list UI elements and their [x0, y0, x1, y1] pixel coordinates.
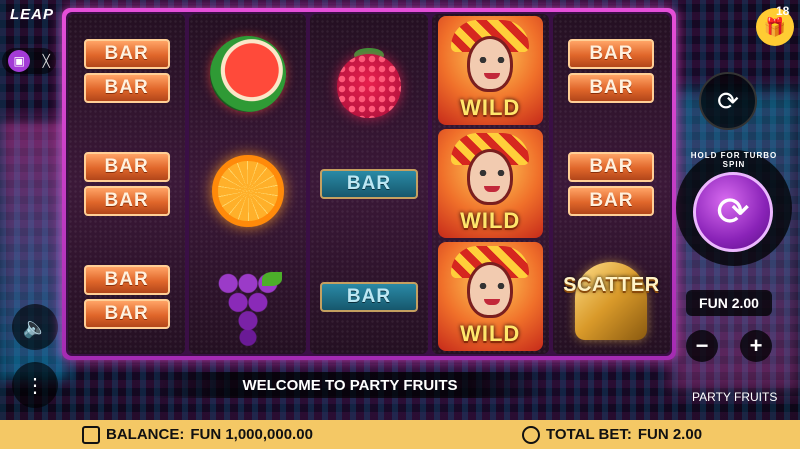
game-name-label: PARTY FRUITS: [692, 390, 778, 404]
increase-bet-button[interactable]: +: [740, 330, 772, 362]
reel-cell: BAR BAR: [553, 14, 670, 127]
jester-face-icon: [467, 262, 514, 318]
camera-toggle[interactable]: ▣ ╳: [2, 48, 56, 74]
wild-label: WILD: [460, 208, 521, 233]
total-bet-display: TOTAL BET: FUN 2.00: [522, 425, 703, 444]
wild-label: WILD: [460, 321, 521, 346]
coins-icon: [522, 425, 540, 444]
wild-symbol: WILD: [437, 16, 543, 125]
leap-logo: LEAP: [10, 6, 55, 23]
watermelon-symbol: [209, 36, 286, 112]
bar-symbol: BAR: [83, 151, 170, 182]
reel-1: BAR BAR BAR BAR BAR BAR: [68, 14, 186, 354]
bar-symbol: BAR: [568, 72, 655, 103]
reel-cell: BAR BAR: [68, 127, 185, 240]
bar-symbol-blue: BAR: [320, 281, 418, 312]
top-right-counter: 18: [776, 4, 790, 18]
bet-value-display: FUN 2.00: [686, 290, 772, 316]
jester-face-icon: [467, 36, 514, 92]
reel-3: BAR BAR: [310, 14, 428, 354]
turbo-spin-label: HOLD FOR TURBO SPIN: [690, 151, 778, 169]
bar-symbol: BAR: [568, 151, 655, 182]
wild-symbol: WILD: [437, 129, 543, 238]
wallet-icon: [82, 425, 100, 444]
bar-symbol-blue: BAR: [320, 168, 418, 199]
reels-frame: BAR BAR BAR BAR BAR BAR BAR BAR WILD WIL…: [62, 8, 676, 360]
wild-symbol: WILD: [437, 242, 543, 351]
bar-symbol: BAR: [568, 185, 655, 216]
welcome-message: WELCOME TO PARTY FRUITS: [150, 372, 550, 398]
scatter-label: SCATTER: [563, 274, 660, 296]
autoplay-icon: ⟳: [717, 85, 739, 116]
more-vertical-icon: ⋮: [25, 374, 45, 397]
bar-symbol: BAR: [83, 72, 170, 103]
scatter-symbol: SCATTER: [553, 240, 670, 353]
raspberry-symbol: [337, 54, 401, 118]
balance-value: FUN 1,000,000.00: [190, 426, 313, 443]
reel-cell: BAR: [310, 127, 427, 240]
video-camera-icon[interactable]: ▣: [8, 50, 31, 72]
reel-cell: BAR: [310, 240, 427, 353]
reel-5: BAR BAR BAR BAR SCATTER: [552, 14, 671, 354]
reel-cell: BAR BAR: [68, 240, 185, 353]
orange-symbol: [211, 155, 284, 227]
total-bet-value: FUN 2.00: [637, 426, 703, 443]
reel-2: [189, 14, 307, 354]
autoplay-button[interactable]: ⟳: [699, 72, 757, 130]
reel-4: WILD WILD WILD: [431, 14, 549, 354]
bar-symbol: BAR: [83, 38, 170, 69]
balance-label: BALANCE:: [106, 426, 185, 443]
wild-label: WILD: [460, 95, 521, 120]
bar-symbol: BAR: [83, 298, 170, 329]
bar-symbol: BAR: [568, 38, 655, 69]
status-bar: BALANCE: FUN 1,000,000.00 TOTAL BET: FUN…: [0, 420, 800, 449]
menu-button[interactable]: ⋮: [12, 362, 58, 408]
balance-display: BALANCE: FUN 1,000,000.00: [82, 425, 313, 444]
decrease-bet-button[interactable]: −: [686, 330, 718, 362]
reel-cell: BAR BAR: [553, 127, 670, 240]
reel-cell: BAR BAR: [68, 14, 185, 127]
mute-button[interactable]: 🔈: [12, 304, 58, 350]
total-bet-label: TOTAL BET:: [546, 426, 632, 443]
spin-button[interactable]: ⟳: [693, 172, 773, 252]
grape-leaf-icon: [261, 272, 282, 286]
speaker-muted-icon: 🔈: [22, 316, 48, 339]
jester-face-icon: [467, 149, 514, 205]
bar-symbol: BAR: [83, 185, 170, 216]
gift-icon: 🎁: [763, 16, 787, 37]
spin-icon: ⟳: [716, 190, 750, 234]
video-off-icon[interactable]: ╳: [43, 54, 50, 68]
bar-symbol: BAR: [83, 264, 170, 295]
